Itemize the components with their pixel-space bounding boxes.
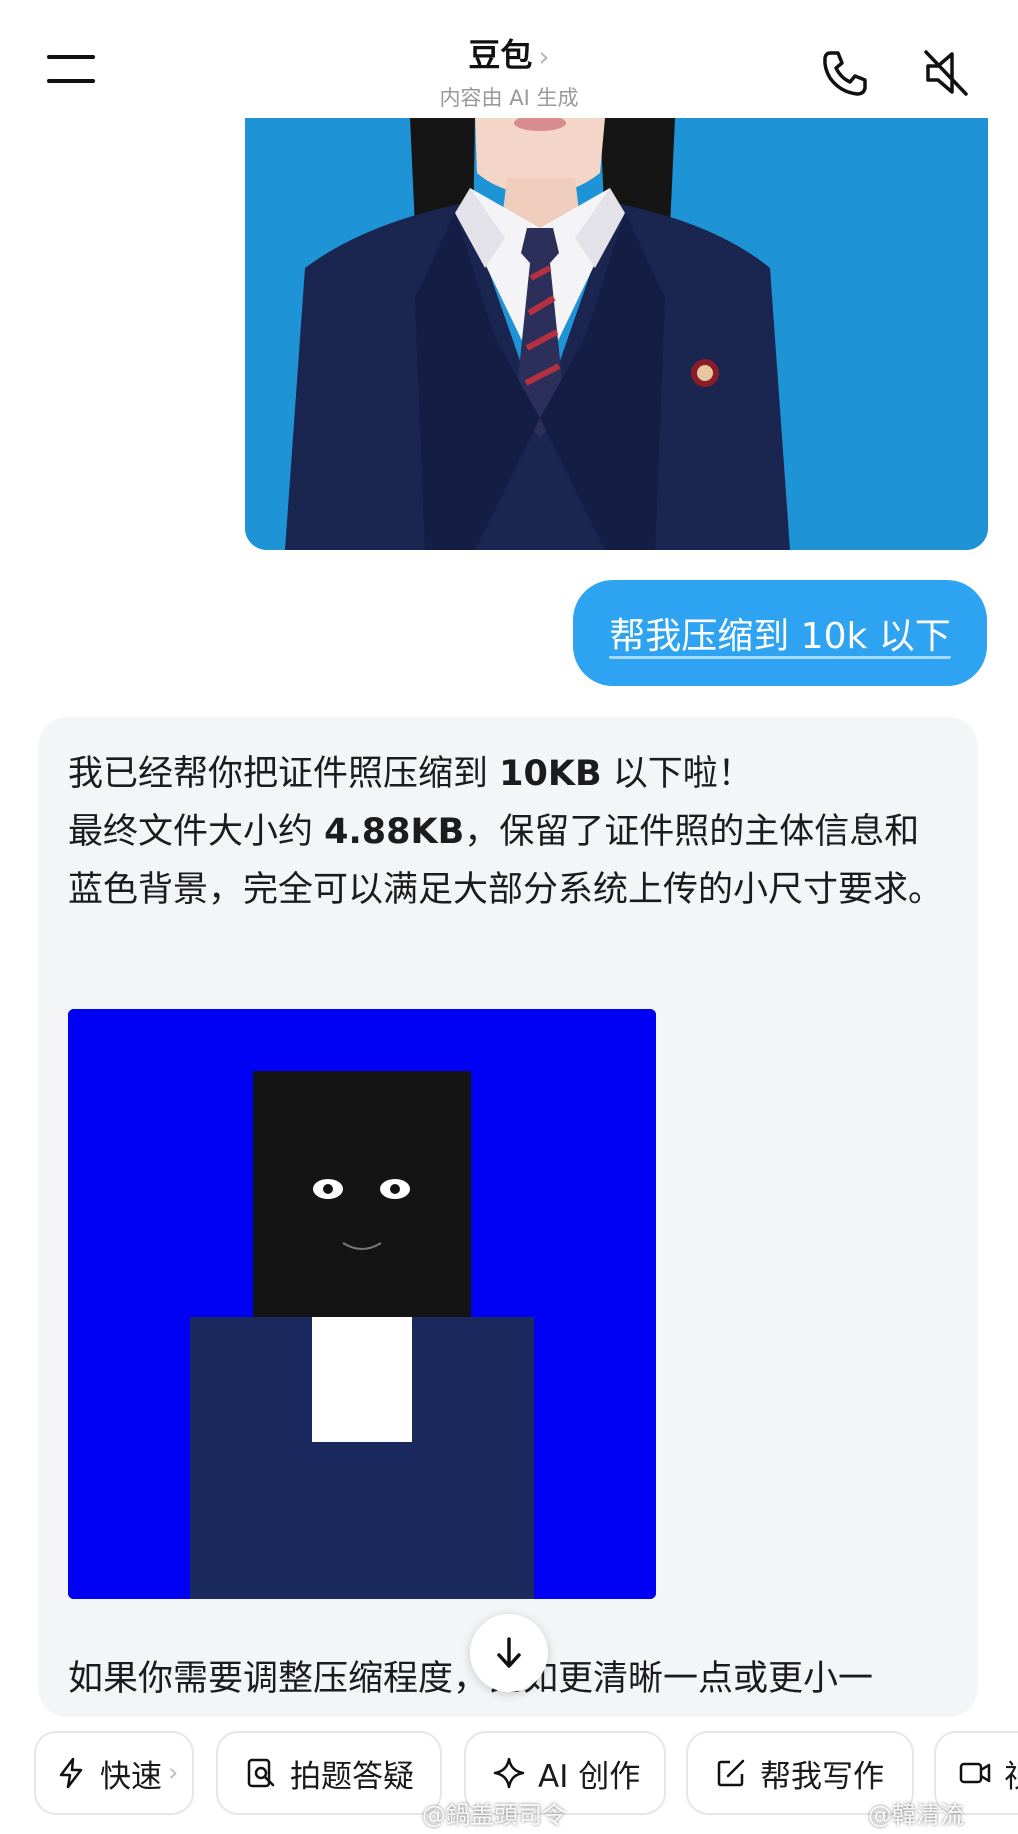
chip-ai-label: AI 创作 bbox=[538, 1758, 641, 1795]
lightning-icon bbox=[54, 1756, 88, 1790]
sent-id-photo[interactable] bbox=[245, 118, 988, 550]
chevron-right-icon: › bbox=[168, 1758, 179, 1788]
chip-video-label: 视 bbox=[1004, 1751, 1018, 1796]
chevron-right-icon: › bbox=[538, 40, 550, 73]
chat-header: 豆包 › 内容由 AI 生成 bbox=[0, 0, 1018, 118]
phone-icon[interactable] bbox=[820, 48, 870, 98]
sparkle-icon bbox=[492, 1756, 526, 1790]
chip-solve-label: 拍题答疑 bbox=[290, 1758, 414, 1795]
watermark-right: @韓清流 bbox=[868, 1801, 964, 1829]
scroll-down-button[interactable] bbox=[470, 1614, 548, 1692]
chip-fast-label: 快速 bbox=[100, 1758, 162, 1795]
compressed-photo-illustration bbox=[68, 1009, 656, 1599]
compressed-photo[interactable] bbox=[68, 1009, 656, 1599]
chip-fast-mode[interactable]: 快速 › bbox=[34, 1731, 194, 1815]
edit-icon bbox=[714, 1756, 748, 1790]
ai-reply-file-size: 4.88KB bbox=[324, 812, 465, 852]
chat-title[interactable]: 豆包 bbox=[468, 36, 532, 74]
ai-reply-size-limit: 10KB bbox=[499, 754, 602, 794]
photo-search-icon bbox=[244, 1756, 278, 1790]
chip-write-label: 帮我写作 bbox=[760, 1758, 884, 1795]
video-icon bbox=[958, 1756, 992, 1790]
arrow-down-icon bbox=[497, 1637, 521, 1668]
ai-reply-line1-pre: 我已经帮你把证件照压缩到 bbox=[68, 754, 500, 794]
ai-reply-line2-pre: 最终文件大小约 bbox=[68, 812, 325, 852]
user-message-bubble[interactable]: 帮我压缩到 10k 以下 bbox=[573, 580, 987, 686]
speaker-muted-icon[interactable] bbox=[924, 48, 970, 98]
id-photo-illustration bbox=[245, 118, 988, 550]
ai-reply-text: 我已经帮你把证件照压缩到 10KB 以下啦！ 最终文件大小约 4.88KB，保留… bbox=[68, 745, 948, 919]
ai-reply-line1-post: 以下啦！ bbox=[601, 754, 753, 794]
watermark-left: @鍋盖頭司令 bbox=[422, 1801, 566, 1829]
chip-photo-solve[interactable]: 拍题答疑 bbox=[216, 1731, 442, 1815]
user-message-text: 帮我压缩到 10k 以下 bbox=[609, 616, 951, 657]
